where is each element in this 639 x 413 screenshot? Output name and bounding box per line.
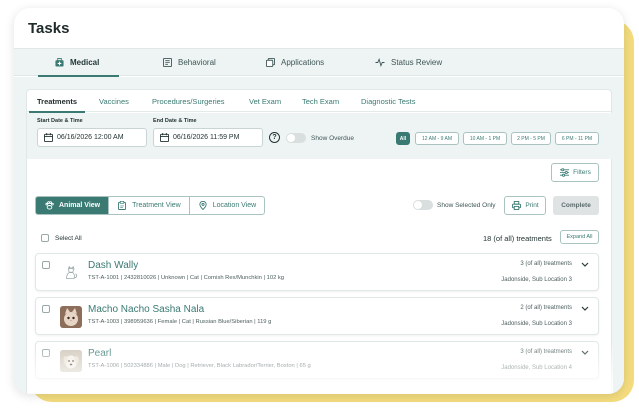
animal-details: TST-A-1001 | 2432810026 | Unknown | Cat … (88, 275, 285, 281)
row-treatment-count: 3 (of all) treatments (520, 349, 572, 355)
end-date-value: 06/16/2026 11:59 PM (173, 134, 240, 141)
show-selected-label: Show Selected Only (437, 202, 496, 209)
location-pin-icon (198, 201, 208, 211)
animal-name[interactable]: Macho Nacho Sasha Nala (88, 304, 204, 315)
row-treatment-count: 3 (of all) treatments (520, 261, 572, 267)
tab-behavioral-label: Behavioral (178, 58, 216, 67)
cat-placeholder-icon (60, 262, 82, 284)
row-location: Jadonside, Sub Location 3 (501, 321, 572, 327)
printer-icon (511, 201, 521, 211)
pulse-icon (375, 58, 385, 68)
row-treatment-count: 2 (of all) treatments (520, 305, 572, 311)
end-date-input[interactable]: 06/16/2026 11:59 PM (153, 128, 263, 147)
help-icon[interactable]: ? (269, 132, 280, 143)
clipboard-icon (117, 201, 127, 211)
show-overdue-toggle[interactable] (286, 133, 306, 143)
filters-button[interactable]: Filters (551, 163, 599, 182)
table-row[interactable]: Pearl TST-A-1006 | 502334886 | Male | Do… (35, 341, 599, 379)
time-chip-all[interactable]: All (396, 132, 410, 145)
page-title: Tasks (28, 20, 70, 37)
subtab-tech-exam[interactable]: Tech Exam (302, 97, 339, 106)
table-row[interactable]: Macho Nacho Sasha Nala TST-A-1003 | 3989… (35, 297, 599, 335)
time-chip-12am-9am[interactable]: 12 AM - 9 AM (415, 132, 459, 145)
select-all-checkbox[interactable] (41, 234, 49, 242)
row-checkbox[interactable] (42, 349, 50, 357)
print-button-label: Print (525, 202, 539, 209)
animal-name[interactable]: Pearl (88, 348, 111, 359)
chevron-down-icon[interactable] (581, 349, 589, 358)
tasks-card: Tasks Medical Behavioral Applications St… (14, 8, 624, 394)
treatment-view-button[interactable]: Treatment View (109, 197, 190, 214)
time-chip-10am-1pm[interactable]: 10 AM - 1 PM (463, 132, 507, 145)
sliders-icon (559, 168, 569, 178)
time-chip-6pm-11pm[interactable]: 6 PM - 11 PM (555, 132, 599, 145)
subtab-vaccines[interactable]: Vaccines (99, 97, 129, 106)
view-switcher: Animal View Treatment View Location View (35, 196, 266, 215)
row-checkbox[interactable] (42, 305, 50, 313)
animal-view-button[interactable]: Animal View (36, 197, 110, 214)
subtab-treatments[interactable]: Treatments (28, 97, 86, 113)
tab-applications[interactable]: Applications (265, 49, 324, 76)
animal-details: TST-A-1006 | 502334886 | Male | Dog | Re… (88, 363, 311, 369)
filter-bar: Start Date & Time 06/16/2026 12:00 AM En… (27, 113, 613, 159)
tab-medical-label: Medical (70, 58, 100, 67)
expand-all-button[interactable]: Expand All (560, 230, 599, 244)
subtab-vet-exam[interactable]: Vet Exam (249, 97, 281, 106)
start-date-input[interactable]: 06/16/2026 12:00 AM (37, 128, 147, 147)
row-location: Jadonside, Sub Location 4 (501, 365, 572, 371)
content-area: Treatments Vaccines Procedures/Surgeries… (14, 77, 624, 394)
sub-tab-bar: Treatments Vaccines Procedures/Surgeries… (27, 90, 613, 113)
treatment-view-label: Treatment View (132, 202, 181, 209)
behavioral-icon (162, 58, 172, 68)
tab-medical[interactable]: Medical (37, 49, 120, 77)
show-selected-toggle[interactable] (413, 200, 433, 210)
show-overdue-label: Show Overdue (311, 135, 354, 142)
tab-status-review-label: Status Review (391, 58, 443, 67)
animal-view-label: Animal View (59, 202, 101, 209)
table-row[interactable]: Dash Wally TST-A-1001 | 2432810026 | Unk… (35, 253, 599, 291)
tab-applications-label: Applications (281, 58, 325, 67)
row-location: Jadonside, Sub Location 3 (501, 277, 572, 283)
calendar-icon (159, 133, 169, 143)
dog-photo (60, 350, 82, 372)
calendar-icon (43, 133, 53, 143)
treatment-count: 18 (of all) treatments (483, 234, 552, 243)
tab-status-review[interactable]: Status Review (375, 49, 442, 76)
chevron-down-icon[interactable] (581, 261, 589, 270)
subtab-procedures[interactable]: Procedures/Surgeries (152, 97, 225, 106)
start-date-value: 06/16/2026 12:00 AM (57, 134, 124, 141)
location-view-button[interactable]: Location View (190, 197, 264, 214)
filters-button-label: Filters (573, 169, 591, 176)
chevron-down-icon[interactable] (581, 305, 589, 314)
time-chip-2pm-5pm[interactable]: 2 PM - 5 PM (511, 132, 551, 145)
top-tab-bar: Medical Behavioral Applications Status R… (14, 48, 624, 77)
location-view-label: Location View (212, 202, 257, 209)
select-all-label: Select All (55, 235, 82, 242)
medical-bag-icon (54, 58, 64, 68)
row-checkbox[interactable] (42, 261, 50, 269)
subtab-diagnostic-tests[interactable]: Diagnostic Tests (361, 97, 415, 106)
start-date-label: Start Date & Time (37, 118, 83, 124)
cat-photo (60, 306, 82, 328)
applications-icon (265, 58, 275, 68)
tab-behavioral[interactable]: Behavioral (162, 49, 216, 76)
paw-icon (44, 201, 54, 211)
complete-button[interactable]: Complete (553, 196, 599, 215)
treatments-panel: Treatments Vaccines Procedures/Surgeries… (26, 89, 613, 394)
print-button[interactable]: Print (504, 196, 546, 215)
end-date-label: End Date & Time (153, 118, 197, 124)
animal-name[interactable]: Dash Wally (88, 260, 138, 271)
animal-details: TST-A-1003 | 398959636 | Female | Cat | … (88, 319, 272, 325)
